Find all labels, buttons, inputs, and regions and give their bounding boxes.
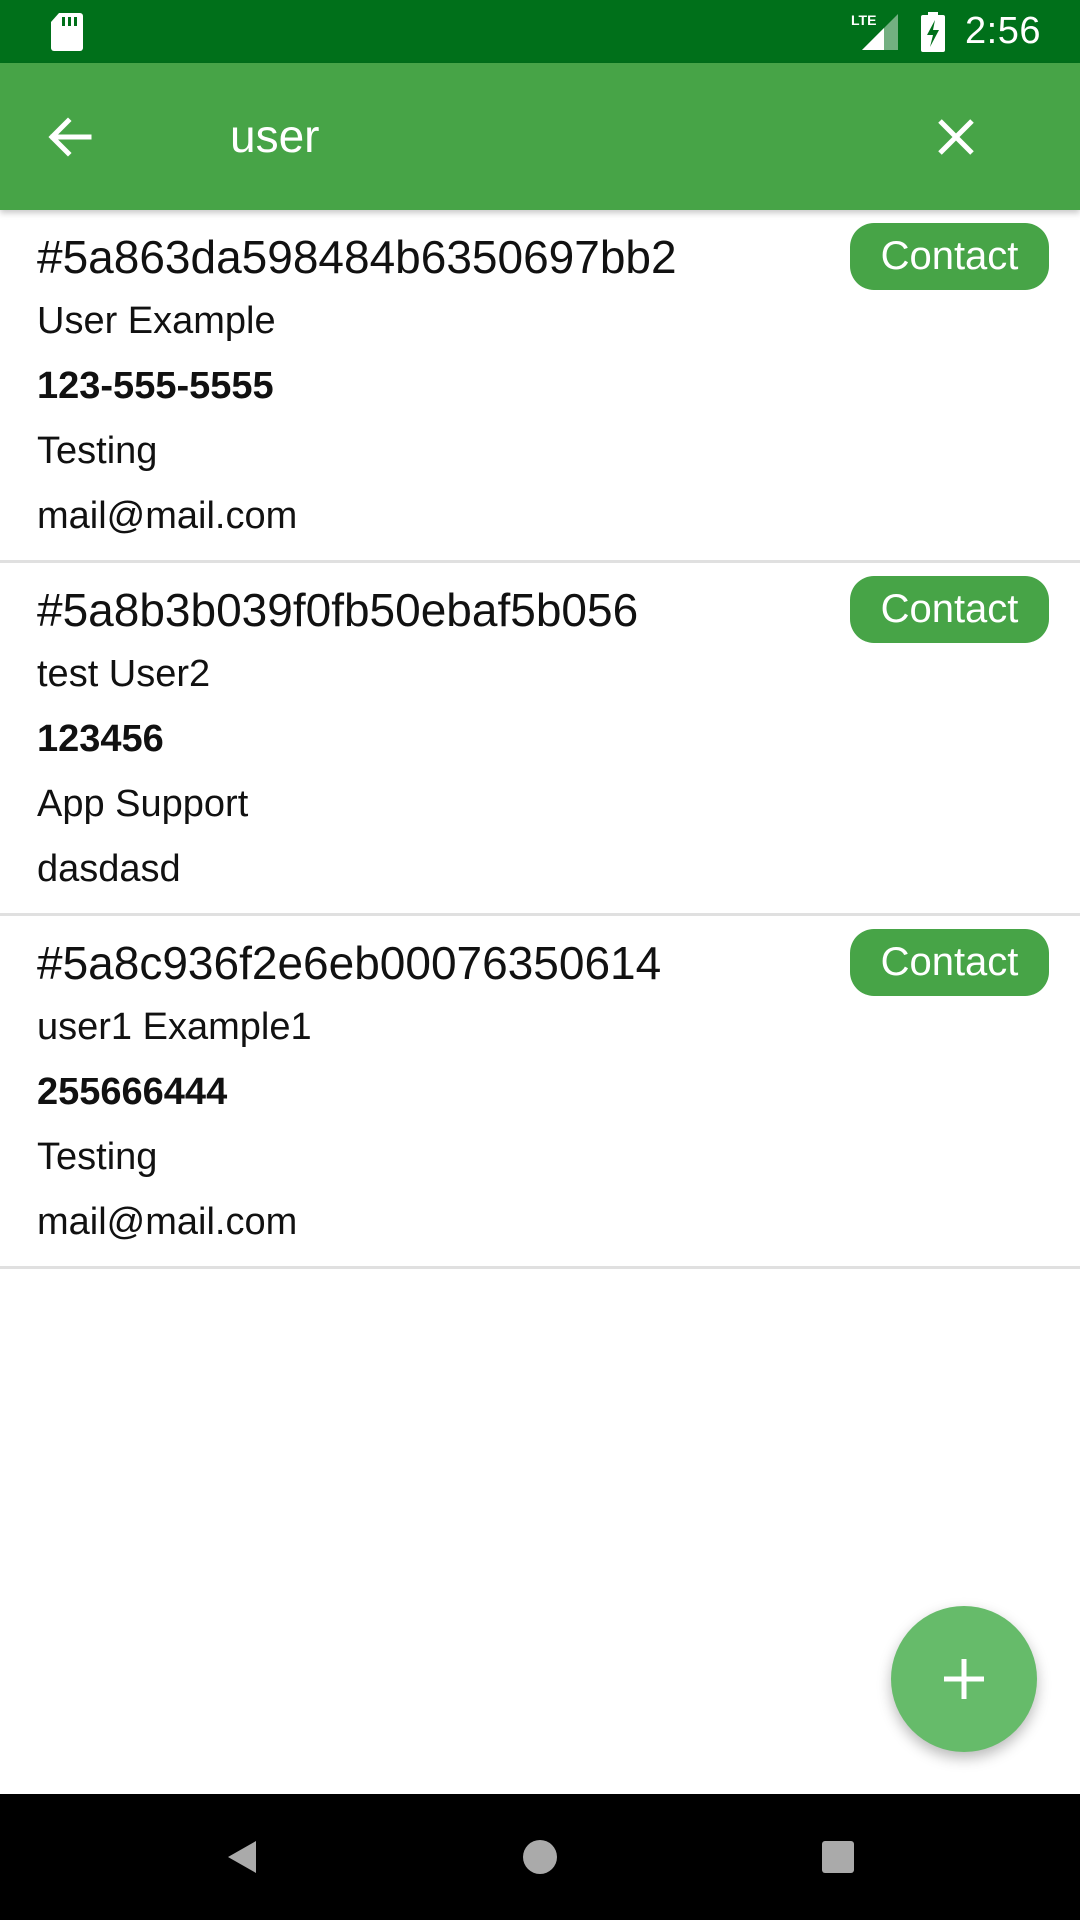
nav-home-icon[interactable]: [507, 1824, 573, 1890]
record-id: #5a863da598484b6350697bb2: [37, 231, 677, 283]
lte-signal-icon: LTE: [850, 10, 902, 59]
email: mail@mail.com: [37, 495, 298, 537]
contact-name: user1 Example1: [37, 1006, 312, 1048]
nav-back-icon[interactable]: [208, 1824, 274, 1890]
contact-button[interactable]: Contact: [850, 223, 1049, 290]
phone-number: 123456: [37, 718, 164, 760]
list-item: #5a863da598484b6350697bb2 User Example 1…: [0, 210, 1080, 563]
arrow-left-icon[interactable]: [42, 109, 98, 165]
department: App Support: [37, 783, 249, 825]
email: mail@mail.com: [37, 1201, 298, 1243]
close-icon[interactable]: [928, 109, 984, 165]
search-app-bar: user: [0, 63, 1080, 210]
plus-icon: [944, 1659, 984, 1699]
search-results-list: #5a863da598484b6350697bb2 User Example 1…: [0, 210, 1080, 1269]
phone-number: 255666444: [37, 1071, 228, 1113]
record-id: #5a8c936f2e6eb00076350614: [37, 937, 662, 989]
contact-button[interactable]: Contact: [850, 576, 1049, 643]
department: Testing: [37, 1136, 158, 1178]
email: dasdasd: [37, 848, 181, 890]
contact-button[interactable]: Contact: [850, 929, 1049, 996]
nav-recents-icon[interactable]: [805, 1824, 871, 1890]
add-button[interactable]: [891, 1606, 1037, 1752]
battery-charging-icon: [921, 12, 945, 57]
system-navigation-bar: [0, 1794, 1080, 1920]
contact-name: User Example: [37, 300, 276, 342]
sd-card-icon: [50, 12, 84, 57]
contact-name: test User2: [37, 653, 211, 695]
record-id: #5a8b3b039f0fb50ebaf5b056: [37, 584, 639, 636]
list-item: #5a8c936f2e6eb00076350614 user1 Example1…: [0, 916, 1080, 1269]
svg-text:LTE: LTE: [851, 12, 876, 28]
search-input[interactable]: user: [230, 101, 319, 171]
list-item: #5a8b3b039f0fb50ebaf5b056 test User2 123…: [0, 563, 1080, 916]
clock: 2:56: [965, 10, 1041, 52]
phone-number: 123-555-5555: [37, 365, 274, 407]
status-bar: LTE 2:56: [0, 0, 1080, 63]
department: Testing: [37, 430, 158, 472]
